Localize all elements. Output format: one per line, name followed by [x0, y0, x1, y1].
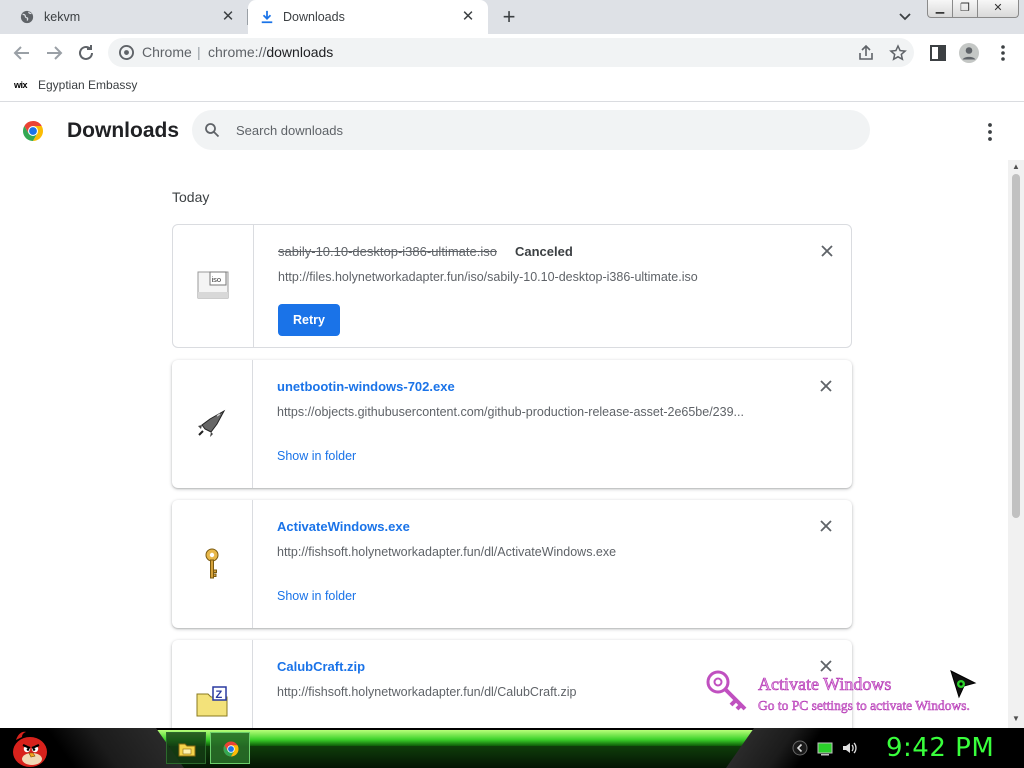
volume-icon[interactable] — [842, 740, 858, 756]
back-arrow-icon[interactable] — [10, 41, 34, 65]
file-name[interactable]: ActivateWindows.exe — [277, 519, 410, 534]
bookmarks-bar: wix Egyptian Embassy — [0, 71, 1024, 102]
tab-kekvm[interactable]: kekvm ✕ — [0, 0, 248, 34]
show-in-folder-link[interactable]: Show in folder — [277, 589, 356, 603]
start-button-angry-bird-icon[interactable] — [6, 728, 50, 768]
remove-download-icon[interactable] — [818, 242, 836, 260]
share-icon[interactable] — [857, 44, 875, 62]
download-item: Z CalubCraft.zip http://fishsoft.holynet… — [172, 640, 852, 728]
chrome-icon — [223, 741, 239, 757]
icon-column: Z — [172, 640, 253, 728]
tab-title: kekvm — [44, 10, 81, 24]
svg-text:iso: iso — [212, 275, 222, 284]
tab-search-chevron-icon[interactable] — [896, 9, 914, 25]
source-url: http://files.holynetworkadapter.fun/iso/… — [278, 270, 698, 284]
chrome-logo-icon — [23, 121, 43, 141]
browser-menu-icon[interactable] — [991, 41, 1015, 65]
page-title: Downloads — [67, 119, 180, 142]
icon-column — [172, 500, 253, 628]
minimize-button[interactable]: ▁ — [927, 0, 953, 18]
close-tab-icon[interactable]: ✕ — [460, 9, 476, 25]
icon-column — [172, 360, 253, 488]
scrollbar-thumb[interactable] — [1012, 174, 1020, 518]
file-name[interactable]: unetbootin-windows-702.exe — [277, 379, 455, 394]
tab-downloads[interactable]: Downloads ✕ — [248, 0, 488, 34]
browser-toolbar: Chrome | chrome://downloads — [0, 34, 1024, 71]
file-explorer-icon — [178, 743, 196, 757]
taskbar-band — [170, 746, 770, 768]
search-icon — [205, 123, 220, 138]
search-input[interactable] — [236, 110, 836, 150]
scroll-up-arrow-icon[interactable]: ▲ — [1008, 160, 1024, 174]
bookmark-egyptian-embassy[interactable]: wix Egyptian Embassy — [14, 77, 137, 93]
show-in-folder-link[interactable]: Show in folder — [277, 449, 356, 463]
reload-icon[interactable] — [74, 41, 98, 65]
taskbar-file-explorer[interactable] — [166, 732, 206, 764]
icon-column: iso — [173, 225, 254, 347]
rocket-app-icon — [198, 409, 226, 437]
chevron-left-icon[interactable] — [792, 740, 808, 756]
remove-download-icon[interactable] — [817, 377, 835, 395]
zip-folder-icon: Z — [196, 686, 228, 717]
close-window-button[interactable]: ✕ — [977, 0, 1019, 18]
address-bar[interactable]: Chrome | chrome://downloads — [108, 38, 914, 67]
bookmark-star-icon[interactable] — [889, 44, 907, 62]
battery-icon[interactable] — [817, 740, 833, 756]
scroll-down-arrow-icon[interactable]: ▼ — [1008, 712, 1024, 726]
download-icon — [261, 10, 273, 24]
download-status: Canceled — [515, 244, 573, 259]
section-date: Today — [172, 189, 210, 205]
page-scrollbar[interactable]: ▲ ▼ — [1008, 160, 1024, 728]
source-url: http://fishsoft.holynetworkadapter.fun/d… — [277, 685, 577, 699]
download-item: ActivateWindows.exe http://fishsoft.holy… — [172, 500, 852, 628]
remove-download-icon[interactable] — [817, 657, 835, 675]
url-text: chrome://downloads — [208, 45, 333, 60]
new-tab-button[interactable]: + — [499, 6, 519, 28]
iso-file-icon: iso — [197, 271, 229, 299]
file-name: sabily-10.10-desktop-i386-ultimate.iso — [278, 244, 497, 259]
bookmark-label: Egyptian Embassy — [38, 78, 138, 92]
retry-button[interactable]: Retry — [278, 304, 340, 336]
downloads-list: Today iso sabily-10.10-desktop-i386-ulti… — [0, 160, 1008, 728]
restore-button[interactable]: ❐ — [952, 0, 978, 18]
file-name[interactable]: CalubCraft.zip — [277, 659, 365, 674]
url-scheme: chrome:// — [208, 44, 267, 60]
remove-download-icon[interactable] — [817, 517, 835, 535]
url-path: downloads — [266, 44, 334, 60]
profile-avatar-icon[interactable] — [957, 41, 981, 65]
side-panel-icon[interactable] — [926, 41, 950, 65]
chip-divider: | — [197, 44, 201, 60]
taskbar: 9:42 PM — [0, 728, 1024, 768]
key-app-icon — [205, 548, 219, 579]
globe-icon — [20, 10, 34, 24]
chrome-site-icon — [119, 45, 134, 60]
download-item: iso sabily-10.10-desktop-i386-ultimate.i… — [172, 224, 852, 348]
more-actions-icon[interactable] — [980, 120, 1000, 144]
search-box[interactable] — [192, 110, 870, 150]
svg-text:Z: Z — [216, 689, 223, 701]
taskbar-clock[interactable]: 9:42 PM — [886, 733, 994, 763]
source-url: https://objects.githubusercontent.com/gi… — [277, 405, 744, 419]
tab-title: Downloads — [283, 10, 345, 24]
download-item: unetbootin-windows-702.exe https://objec… — [172, 360, 852, 488]
taskbar-chrome[interactable] — [210, 732, 250, 764]
mouse-cursor-icon — [950, 670, 977, 699]
source-url: http://fishsoft.holynetworkadapter.fun/d… — [277, 545, 617, 559]
forward-arrow-icon[interactable] — [42, 41, 66, 65]
tab-strip: kekvm ✕ Downloads ✕ + ▁ ❐ ✕ — [0, 0, 1024, 34]
close-tab-icon[interactable]: ✕ — [220, 9, 236, 25]
site-chip: Chrome — [142, 44, 192, 60]
downloads-header: Downloads — [0, 102, 1024, 160]
wix-favicon-icon: wix — [14, 80, 28, 90]
